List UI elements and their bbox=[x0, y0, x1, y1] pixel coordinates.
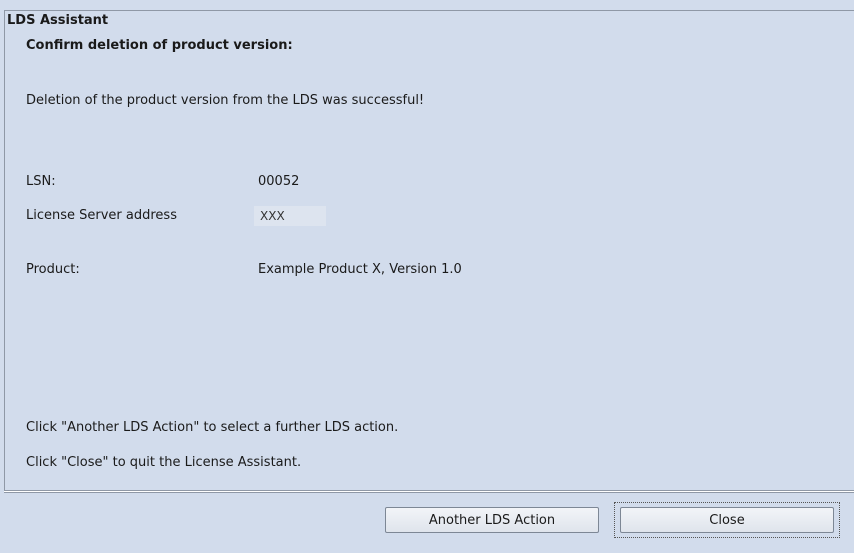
page-heading: Confirm deletion of product version: bbox=[26, 38, 293, 53]
close-button[interactable]: Close bbox=[620, 507, 834, 533]
lsn-value: 00052 bbox=[258, 174, 300, 189]
another-lds-action-button[interactable]: Another LDS Action bbox=[385, 507, 599, 533]
product-value: Example Product X, Version 1.0 bbox=[258, 262, 462, 277]
hint-close: Click "Close" to quit the License Assist… bbox=[26, 455, 302, 470]
license-server-address-label: License Server address bbox=[26, 208, 177, 223]
hint-another-action: Click "Another LDS Action" to select a f… bbox=[26, 420, 399, 435]
lsn-label: LSN: bbox=[26, 174, 56, 189]
product-label: Product: bbox=[26, 262, 80, 277]
license-server-address-value: XXX bbox=[254, 206, 326, 226]
panel-title: LDS Assistant bbox=[7, 13, 112, 29]
footer-separator-highlight bbox=[4, 491, 854, 492]
success-message: Deletion of the product version from the… bbox=[26, 93, 425, 108]
